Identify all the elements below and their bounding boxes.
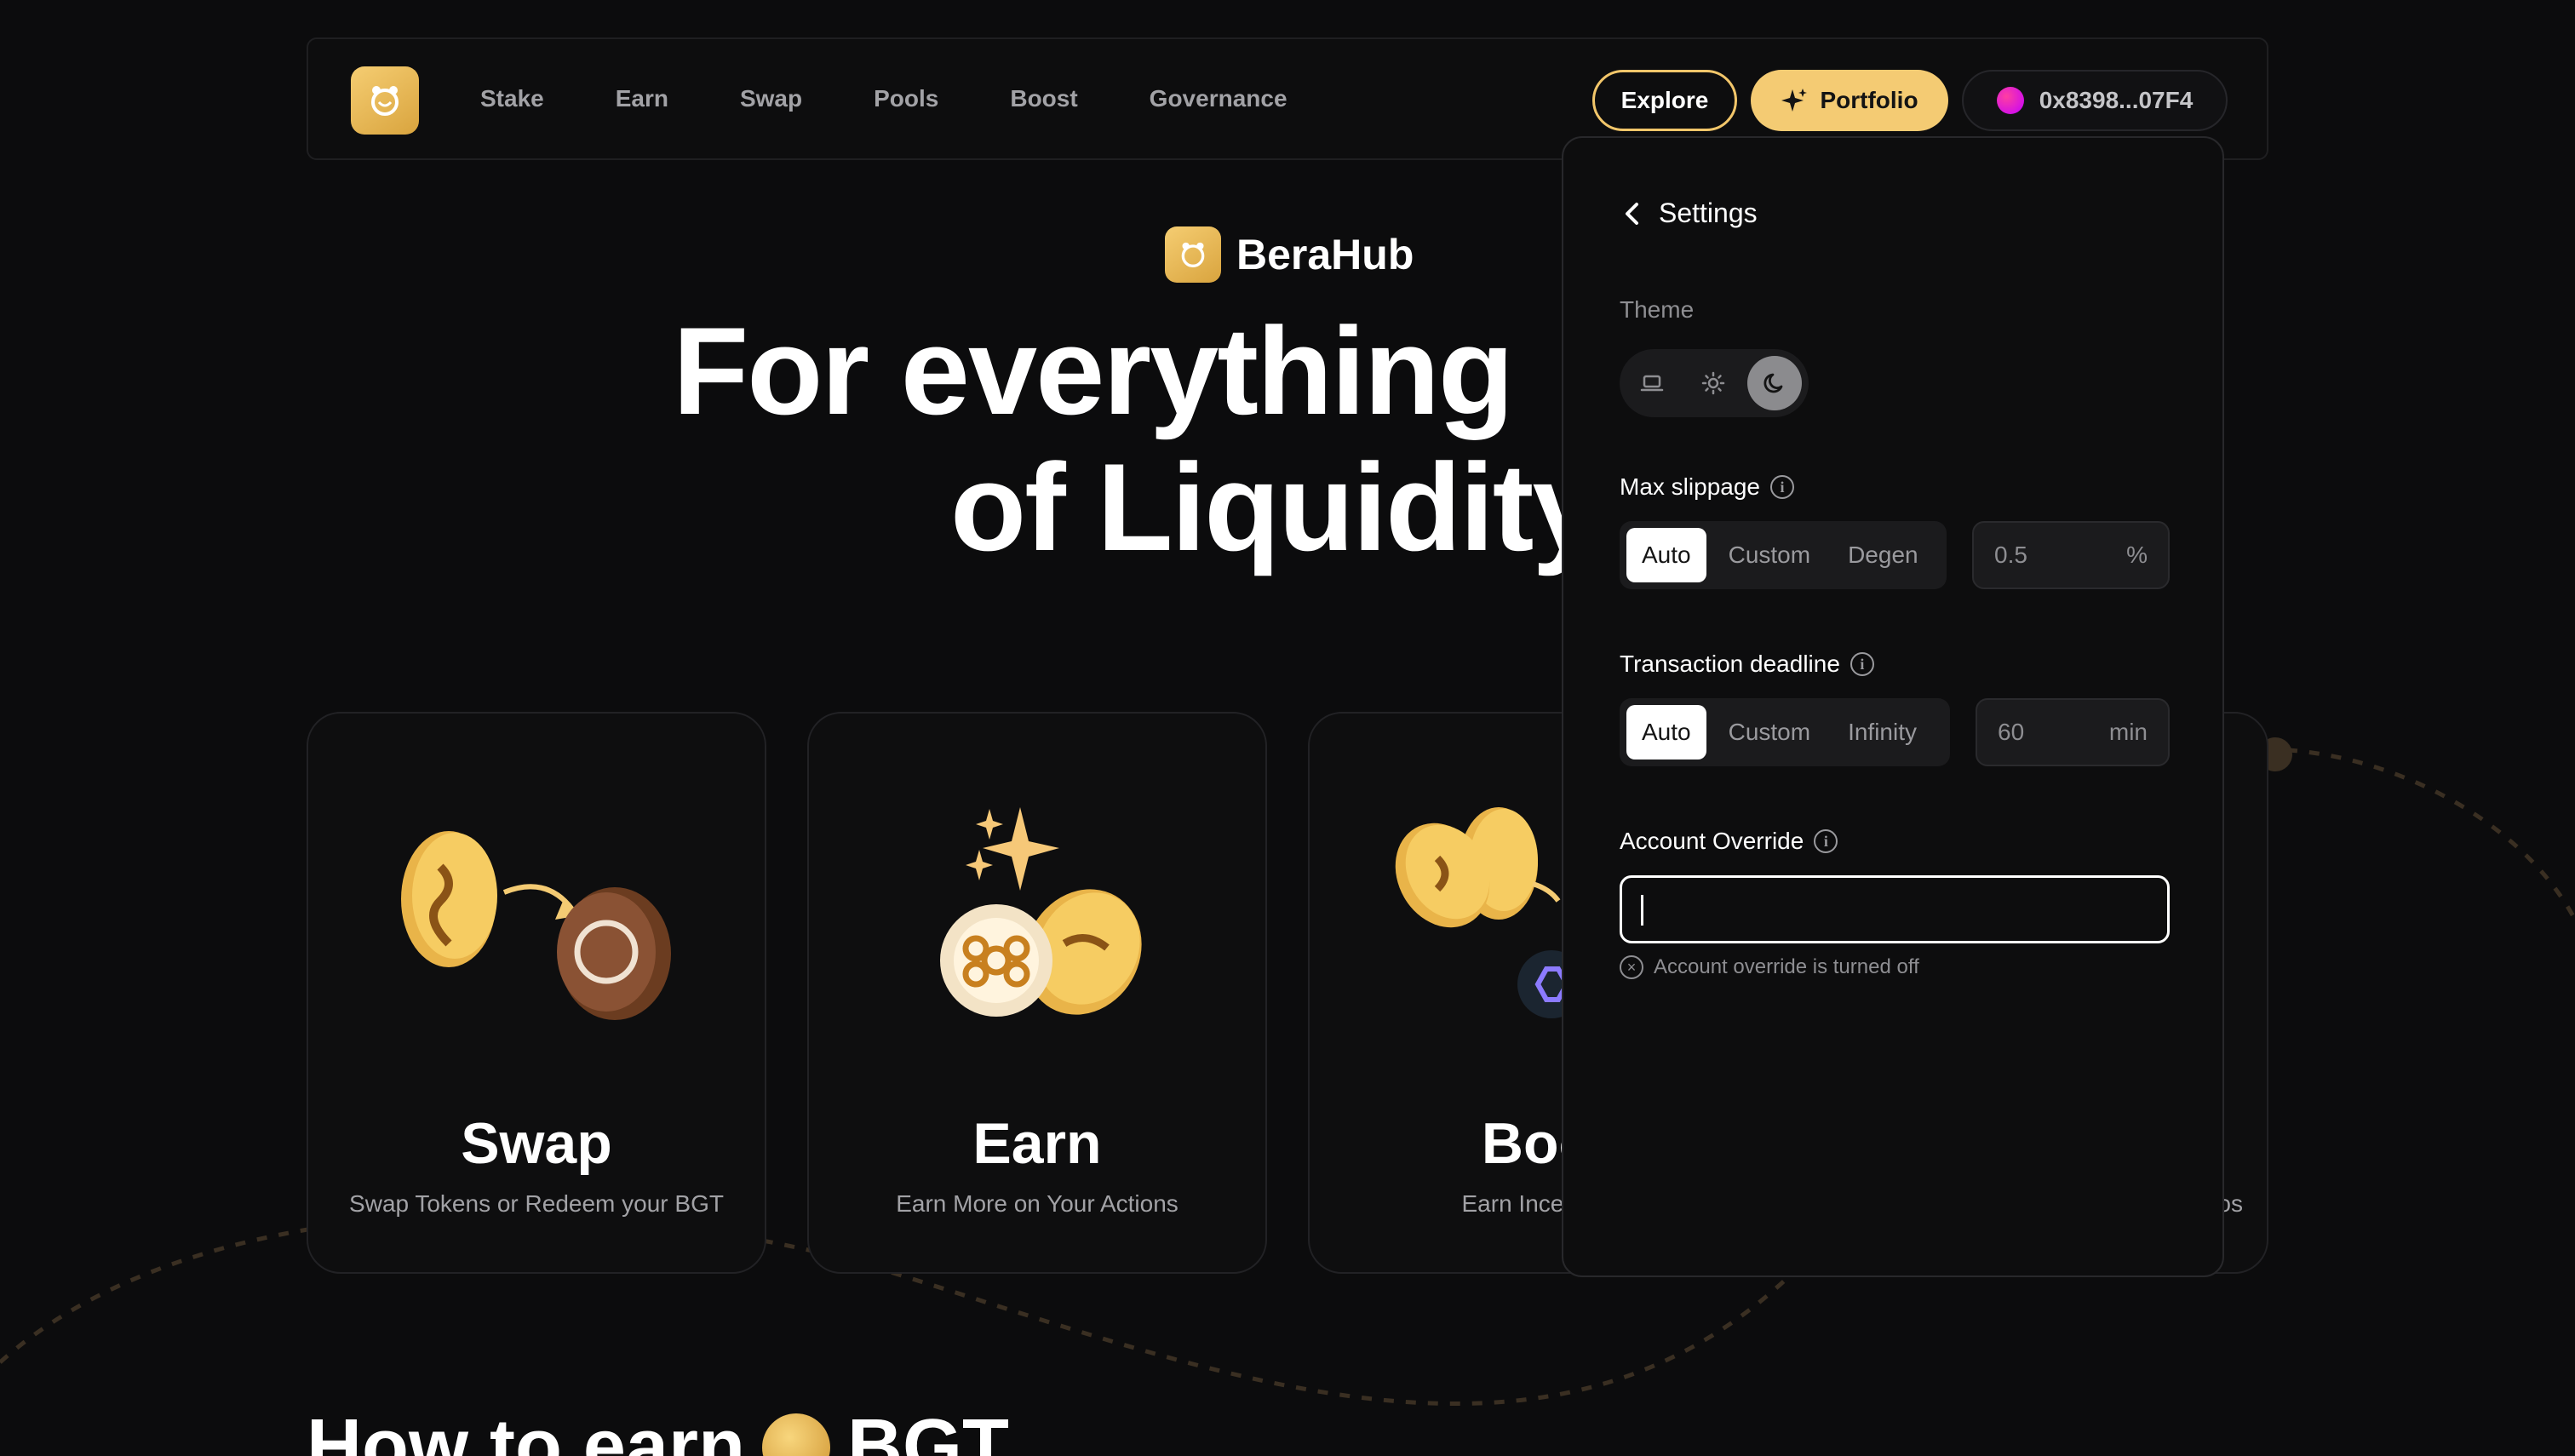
- page: Stake Earn Swap Pools Boost Governance E…: [0, 0, 2575, 1456]
- card-subtitle: Earn More on Your Actions: [896, 1190, 1179, 1217]
- slippage-option-auto[interactable]: Auto: [1626, 528, 1706, 582]
- theme-label: Theme: [1620, 296, 1695, 323]
- account-override-label-row: Account Override i: [1620, 828, 1838, 855]
- explore-button[interactable]: Explore: [1592, 70, 1737, 131]
- nav-link-governance[interactable]: Governance: [1150, 85, 1288, 112]
- nav-link-pools[interactable]: Pools: [874, 85, 938, 112]
- wallet-button[interactable]: 0x8398...07F4: [1962, 70, 2228, 131]
- theme-system-button[interactable]: [1625, 356, 1679, 410]
- wallet-avatar: [1996, 87, 2024, 114]
- berahub-logo[interactable]: [351, 66, 419, 135]
- deadline-option-custom[interactable]: Custom: [1713, 705, 1826, 760]
- deadline-value-input[interactable]: 60 min: [1976, 698, 2170, 766]
- how-to-earn-heading: How to earn BGT: [307, 1403, 1009, 1456]
- moon-icon: [1764, 373, 1783, 393]
- portfolio-label: Portfolio: [1820, 87, 1918, 113]
- nav-link-stake[interactable]: Stake: [480, 85, 544, 112]
- swap-coins-icon: [401, 831, 671, 1020]
- info-icon[interactable]: i: [1769, 475, 1794, 499]
- deadline-option-auto[interactable]: Auto: [1626, 705, 1706, 760]
- card-title: Earn: [972, 1111, 1102, 1176]
- max-slippage-label-row: Max slippage i: [1620, 473, 1794, 501]
- sparkle-icon: [1781, 89, 1808, 112]
- portfolio-button[interactable]: Portfolio: [1751, 70, 1948, 131]
- card-swap[interactable]: Swap Swap Tokens or Redeem your BGT: [307, 712, 766, 1274]
- deadline-value: 60: [1998, 719, 2025, 745]
- brand-logo-icon: [1165, 226, 1221, 283]
- laptop-icon: [1640, 375, 1664, 392]
- account-override-status-text: Account override is turned off: [1654, 955, 1919, 978]
- slippage-mode-selector: Auto Custom Degen: [1620, 521, 1947, 589]
- settings-back-button[interactable]: Settings: [1623, 198, 1758, 229]
- brand-name: BeraHub: [1236, 231, 1414, 278]
- slippage-option-degen[interactable]: Degen: [1832, 528, 1934, 582]
- settings-title: Settings: [1659, 198, 1758, 228]
- how-to-earn-suffix: BGT: [847, 1404, 1010, 1456]
- slippage-value: 0.5: [1994, 542, 2027, 568]
- hero-brand: BeraHub: [1165, 226, 1414, 283]
- hero-headline-line2: of Liquidity: [950, 438, 1602, 576]
- card-earn[interactable]: Earn Earn More on Your Actions: [807, 712, 1267, 1274]
- wallet-address: 0x8398...07F4: [2039, 87, 2194, 113]
- account-override-input[interactable]: [1620, 875, 2170, 943]
- how-to-earn-prefix: How to earn: [307, 1404, 746, 1456]
- account-override-label: Account Override: [1620, 828, 1804, 854]
- nav-link-boost[interactable]: Boost: [1010, 85, 1077, 112]
- deadline-option-infinity[interactable]: Infinity: [1832, 705, 1932, 760]
- theme-toggle-group: [1620, 349, 1809, 417]
- deadline-mode-selector: Auto Custom Infinity: [1620, 698, 1950, 766]
- hero-headline-line1: For everything: [673, 301, 1514, 440]
- slippage-unit: %: [2126, 542, 2148, 568]
- max-slippage-label: Max slippage: [1620, 473, 1760, 500]
- deadline-label: Transaction deadline: [1620, 651, 1840, 677]
- info-icon[interactable]: i: [1850, 652, 1874, 676]
- nav-link-swap[interactable]: Swap: [740, 85, 802, 112]
- slippage-value-input[interactable]: 0.5 %: [1972, 521, 2170, 589]
- deadline-label-row: Transaction deadline i: [1620, 651, 1874, 678]
- nav-links: Stake Earn Swap Pools Boost Governance: [480, 39, 1359, 158]
- account-override-status: × Account override is turned off: [1620, 955, 1919, 979]
- earn-coins-icon: [940, 807, 1142, 1017]
- close-circle-icon: ×: [1620, 955, 1643, 979]
- text-caret: [1641, 895, 1643, 926]
- slippage-option-custom[interactable]: Custom: [1713, 528, 1826, 582]
- theme-light-button[interactable]: [1686, 356, 1741, 410]
- nav-link-earn[interactable]: Earn: [616, 85, 668, 112]
- chevron-left-icon: [1626, 202, 1638, 225]
- theme-dark-button[interactable]: [1747, 356, 1802, 410]
- bear-logo-icon: [371, 86, 399, 116]
- sun-icon: [1701, 371, 1725, 395]
- bgt-coin-icon: [762, 1413, 831, 1456]
- deadline-unit: min: [2108, 719, 2148, 745]
- settings-panel: Settings Theme Max slippage i Auto Custo…: [1562, 136, 2224, 1277]
- card-title: Swap: [461, 1111, 612, 1176]
- card-subtitle: Swap Tokens or Redeem your BGT: [349, 1190, 724, 1217]
- info-icon[interactable]: i: [1814, 829, 1838, 853]
